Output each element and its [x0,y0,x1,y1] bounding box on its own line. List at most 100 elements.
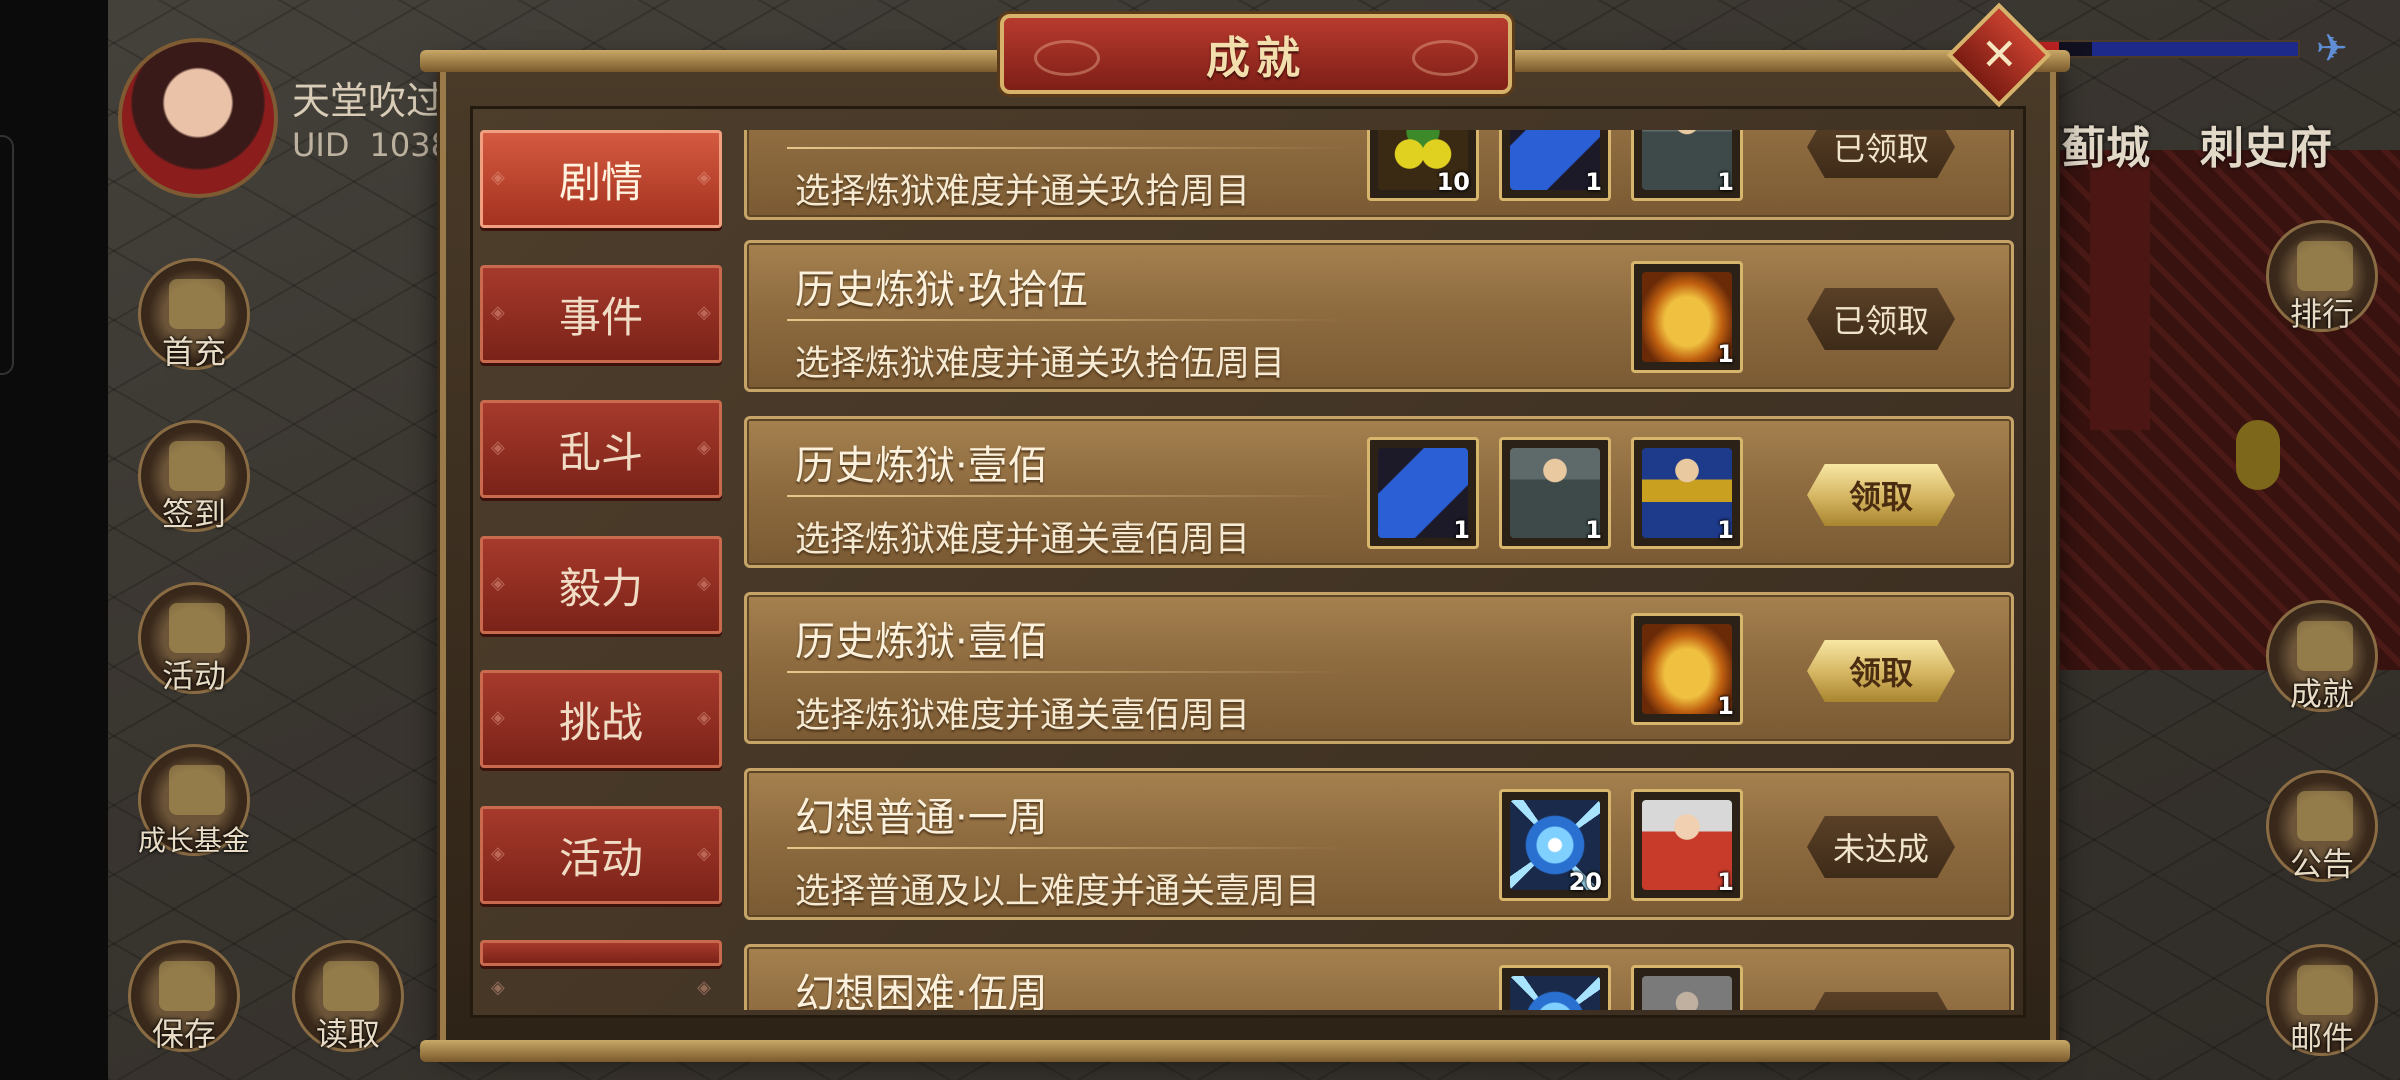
jade-seal-icon [2297,621,2353,671]
location-office[interactable]: 刺史府 [2200,112,2332,176]
status-button[interactable] [1807,992,1955,1010]
uid-label: UID [292,126,350,164]
achievement-row: 历史炼狱·玖拾伍 选择炼狱难度并通关玖拾伍周目 1 已领取 [744,240,2014,392]
achievement-title: 幻想普通·一周 [795,795,1048,841]
reward-item[interactable]: 1 [1499,130,1611,201]
scroll-brush-icon [169,441,225,491]
uid-value: 1038 [369,126,451,164]
ranking-button[interactable]: 排行 [2266,220,2378,333]
first-recharge-label: 首充 [161,333,226,371]
gift-bag-icon [169,279,225,329]
dialog-bottom-trim [420,1040,2070,1062]
camera-notch [0,135,14,375]
treasure-pile-icon [169,603,225,653]
reward-quantity: 1 [1717,168,1734,196]
achievement-title: 历史炼狱·壹佰 [795,619,1048,665]
bamboo-scroll-icon [2297,791,2353,841]
achievement-desc: 选择炼狱难度并通关玖拾周目 [795,172,1251,212]
reward-item[interactable]: 10 [1367,130,1479,201]
load-button[interactable]: 读取 [292,940,404,1053]
player-avatar[interactable] [118,38,278,198]
reward-item[interactable]: 1 [1499,437,1611,549]
reward-item[interactable]: 1 [1631,130,1743,201]
claimed-status-button[interactable]: 已领取 [1807,288,1955,350]
reward-quantity: 1 [1453,516,1470,544]
mail-icon [2297,965,2353,1015]
notice-label: 公告 [2289,845,2354,883]
experience-bar [2030,40,2300,58]
reward-item[interactable] [1631,965,1743,1010]
achievement-desc: 选择炼狱难度并通关壹佰周目 [795,696,1251,736]
reward-quantity: 10 [1436,168,1470,196]
sign-in-label: 签到 [161,495,226,533]
reward-item[interactable]: 1 [1631,613,1743,725]
first-recharge-button[interactable]: 首充 [138,258,250,371]
save-scroll-icon [159,961,215,1011]
achievement-desc: 选择炼狱难度并通关玖拾伍周目 [795,344,1286,384]
reward-item[interactable]: 1 [1631,789,1743,901]
crystal-item-icon [1510,976,1600,1010]
achievement-row: 历史炼狱·壹佰 选择炼狱难度并通关壹佰周目 1 1 1 领取 [744,416,2014,568]
player-name: 天堂吹过 [292,79,445,123]
events-label: 活动 [161,657,226,695]
load-label: 读取 [315,1015,380,1053]
row-divider [787,495,1347,497]
mail-label: 邮件 [2289,1019,2354,1057]
row-divider [787,147,1347,149]
achievement-list[interactable]: 选择炼狱难度并通关玖拾周目 10 1 1 已领取 历史炼狱·玖拾伍 选择炼狱难度… [744,130,2014,1010]
load-scroll-icon [323,961,379,1011]
tab-story[interactable]: 剧情 [480,130,722,228]
reward-quantity: 1 [1717,340,1734,368]
achievement-button[interactable]: 成就 [2266,600,2378,713]
achievement-row: 选择炼狱难度并通关玖拾周目 10 1 1 已领取 [744,130,2014,220]
bird-icon: ✈ [2316,26,2348,70]
close-icon: ✕ [1980,29,2018,80]
reward-item[interactable] [1499,965,1611,1010]
row-divider [787,847,1347,849]
mail-button[interactable]: 邮件 [2266,944,2378,1057]
tab-perseverance[interactable]: 毅力 [480,536,722,634]
growth-fund-button[interactable]: 成长基金 [138,744,250,857]
notice-button[interactable]: 公告 [2266,770,2378,883]
achievement-title: 历史炼狱·壹佰 [795,443,1048,489]
tab-partial[interactable] [480,940,722,998]
reward-quantity: 1 [1717,868,1734,896]
achievement-title: 幻想困难·伍周 [795,971,1048,1010]
warrior-portrait-icon [1642,976,1732,1010]
tab-activity[interactable]: 活动 [480,806,722,904]
events-button[interactable]: 活动 [138,582,250,695]
save-button[interactable]: 保存 [128,940,240,1053]
tab-challenge[interactable]: 挑战 [480,670,722,768]
reward-quantity: 1 [1717,516,1734,544]
dialog-title: 成就 [1206,33,1306,84]
reward-quantity: 1 [1585,168,1602,196]
screen-left-edge [0,0,108,1080]
claim-button[interactable]: 领取 [1807,464,1955,526]
location-city[interactable]: 蓟城 [2062,112,2150,176]
ranking-plaque-icon [2297,241,2353,291]
growth-fund-label: 成长基金 [137,824,250,857]
achievement-title: 历史炼狱·玖拾伍 [795,267,1088,313]
reward-item[interactable]: 1 [1631,437,1743,549]
reward-item[interactable]: 1 [1631,261,1743,373]
reward-item[interactable]: 20 [1499,789,1611,901]
reward-quantity: 20 [1568,868,1602,896]
tab-event[interactable]: 事件 [480,265,722,363]
player-uid: UID 1038 [292,126,451,164]
save-label: 保存 [151,1015,216,1053]
achievement-row: 幻想普通·一周 选择普通及以上难度并通关壹周目 20 1 未达成 [744,768,2014,920]
dialog-title-plate: 成就 [1000,14,1512,94]
achievement-row: 幻想困难·伍周 [744,944,2014,1010]
flower-icon [169,765,225,815]
sign-in-button[interactable]: 签到 [138,420,250,533]
achievement-label: 成就 [2289,675,2354,713]
tab-brawl[interactable]: 乱斗 [480,400,722,498]
claim-button[interactable]: 领取 [1807,640,1955,702]
not-achieved-button[interactable]: 未达成 [1807,816,1955,878]
claimed-status-button[interactable]: 已领取 [1807,130,1955,178]
reward-item[interactable]: 1 [1367,437,1479,549]
reward-quantity: 1 [1717,692,1734,720]
lantern-decoration [2236,420,2280,490]
row-divider [787,671,1347,673]
achievement-row: 历史炼狱·壹佰 选择炼狱难度并通关壹佰周目 1 领取 [744,592,2014,744]
